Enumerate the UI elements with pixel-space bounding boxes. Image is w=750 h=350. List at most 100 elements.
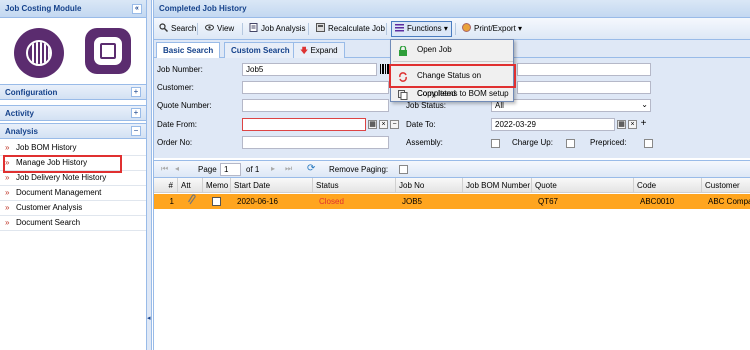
- menu-item-open-job[interactable]: Open Job: [393, 41, 513, 59]
- date-from-label: Date From:: [157, 120, 198, 129]
- cell-code: ABC0010: [640, 197, 675, 206]
- last-page-icon[interactable]: ⏭: [285, 164, 292, 174]
- table-row[interactable]: 1 2020-06-16 Closed JOB5 QT67 ABC0010 AB…: [154, 194, 750, 209]
- nav-item-document-search[interactable]: » Document Search: [0, 216, 146, 231]
- prev-page-icon[interactable]: ◂: [175, 164, 179, 173]
- menu-divider: [393, 61, 513, 62]
- job-number-input[interactable]: Job5: [242, 63, 377, 76]
- tab-custom-search[interactable]: Custom Search: [224, 42, 297, 58]
- arrow-icon: »: [5, 218, 10, 227]
- recalculate-job-button[interactable]: Recalculate Job: [313, 21, 388, 37]
- paperclip-icon[interactable]: [184, 194, 196, 209]
- customer-extra-input[interactable]: [517, 81, 651, 94]
- menu-item-label: Copy Items to BOM setup: [417, 89, 509, 98]
- menu-item-label: Open Job: [417, 45, 452, 54]
- view-button[interactable]: View: [202, 21, 237, 37]
- clear-icon[interactable]: ×: [379, 120, 388, 129]
- view-label: View: [217, 24, 235, 33]
- panel-title-text: Job Costing Module: [5, 4, 82, 13]
- nav-item-job-bom-history[interactable]: » Job BOM History: [0, 141, 146, 156]
- document-icon: [249, 22, 258, 32]
- date-from-input[interactable]: [242, 118, 366, 131]
- paging-toolbar: ⏮ ◂ Page 1 of 1 ▸ ⏭ ⟳ Remove Paging:: [154, 160, 750, 178]
- collapse-icon[interactable]: −: [131, 126, 141, 136]
- nav-item-document-management[interactable]: » Document Management: [0, 186, 146, 201]
- copy-icon: [398, 89, 408, 100]
- search-label: Search: [171, 24, 197, 33]
- collapse-arrow-icon[interactable]: ◂: [147, 314, 151, 322]
- cell-start-date: 2020-06-16: [237, 197, 278, 206]
- column-header-code[interactable]: Code: [634, 178, 702, 193]
- first-page-icon[interactable]: ⏮: [161, 164, 168, 174]
- nav-item-customer-analysis[interactable]: » Customer Analysis: [0, 201, 146, 216]
- expand-icon[interactable]: +: [131, 108, 141, 118]
- collapse-panel-button[interactable]: «: [132, 4, 142, 14]
- list-icon: [395, 23, 404, 32]
- nav-item-label: Job Delivery Note History: [16, 173, 107, 182]
- assembly-checkbox[interactable]: [491, 139, 500, 148]
- cell-quote: QT67: [538, 197, 559, 206]
- section-label: Analysis: [5, 127, 38, 136]
- print-export-button[interactable]: Print/Export ▾: [459, 21, 525, 37]
- job-status-select[interactable]: All ⌄: [491, 99, 651, 112]
- row-number: 1: [169, 197, 174, 206]
- arrow-icon: »: [5, 188, 10, 197]
- nav-item-job-delivery-note-history[interactable]: » Job Delivery Note History: [0, 171, 146, 186]
- calendar-icon[interactable]: ▦: [368, 120, 377, 129]
- dropdown-arrow-icon: ▾: [441, 24, 448, 33]
- nav-item-label: Customer Analysis: [16, 203, 83, 212]
- lock-icon: [398, 45, 408, 56]
- calendar-icon[interactable]: ▦: [617, 120, 626, 129]
- expand-icon[interactable]: +: [131, 87, 141, 97]
- expand-label: Expand: [310, 46, 338, 55]
- column-header-job-no[interactable]: Job No: [396, 178, 463, 193]
- page-number-input[interactable]: 1: [220, 163, 241, 176]
- panel-splitter[interactable]: ◂: [147, 0, 152, 350]
- quote-number-input[interactable]: [242, 99, 389, 112]
- highlight-box-nav: [3, 155, 122, 173]
- dropdown-arrow-icon: ▾: [515, 24, 523, 33]
- minus-icon[interactable]: −: [390, 120, 399, 129]
- job-analysis-button[interactable]: Job Analysis: [246, 21, 308, 37]
- panel-title: Job Costing Module «: [0, 0, 146, 18]
- column-header-customer[interactable]: Customer: [702, 178, 750, 193]
- job-number-extra-input[interactable]: [517, 63, 651, 76]
- prepriced-checkbox[interactable]: [644, 139, 653, 148]
- section-label: Configuration: [5, 88, 58, 97]
- section-configuration[interactable]: Configuration +: [0, 84, 146, 100]
- section-activity[interactable]: Activity +: [0, 105, 146, 121]
- column-header-status[interactable]: Status: [313, 178, 396, 193]
- section-analysis[interactable]: Analysis −: [0, 123, 146, 139]
- column-header-quote[interactable]: Quote: [532, 178, 634, 193]
- clear-icon[interactable]: ×: [628, 120, 637, 129]
- grid-header: # Att Memo Start Date Status Job No Job …: [154, 178, 750, 193]
- memo-icon[interactable]: [212, 197, 221, 206]
- printer-icon: [462, 22, 471, 32]
- column-header-start-date[interactable]: Start Date: [231, 178, 313, 193]
- nav-item-label: Job BOM History: [16, 143, 77, 152]
- remove-paging-checkbox[interactable]: [399, 165, 408, 174]
- plus-icon[interactable]: +: [639, 119, 648, 129]
- arrow-icon: »: [5, 203, 10, 212]
- charge-up-checkbox[interactable]: [566, 139, 575, 148]
- next-page-icon[interactable]: ▸: [271, 164, 275, 173]
- functions-label: Functions: [407, 24, 442, 33]
- column-header-number[interactable]: #: [154, 178, 178, 193]
- job-costing-logo: [14, 28, 64, 78]
- customer-input[interactable]: [242, 81, 389, 94]
- expand-button[interactable]: 🡇 Expand: [293, 42, 345, 58]
- functions-button[interactable]: Functions ▾: [391, 21, 452, 37]
- column-header-att[interactable]: Att: [178, 178, 203, 193]
- nav-item-label: Document Search: [16, 218, 81, 227]
- tab-basic-search[interactable]: Basic Search: [156, 42, 221, 58]
- date-to-input[interactable]: 2022-03-29: [491, 118, 615, 131]
- refresh-icon[interactable]: ⟳: [307, 163, 315, 174]
- page-count-label: of 1: [246, 165, 260, 174]
- search-button[interactable]: Search: [156, 21, 199, 37]
- order-no-input[interactable]: [242, 136, 389, 149]
- nav-item-label: Document Management: [16, 188, 102, 197]
- assembly-label: Assembly:: [406, 138, 443, 147]
- column-header-job-bom-number[interactable]: Job BOM Number: [463, 178, 532, 193]
- section-label: Activity: [5, 109, 34, 118]
- column-header-memo[interactable]: Memo: [203, 178, 231, 193]
